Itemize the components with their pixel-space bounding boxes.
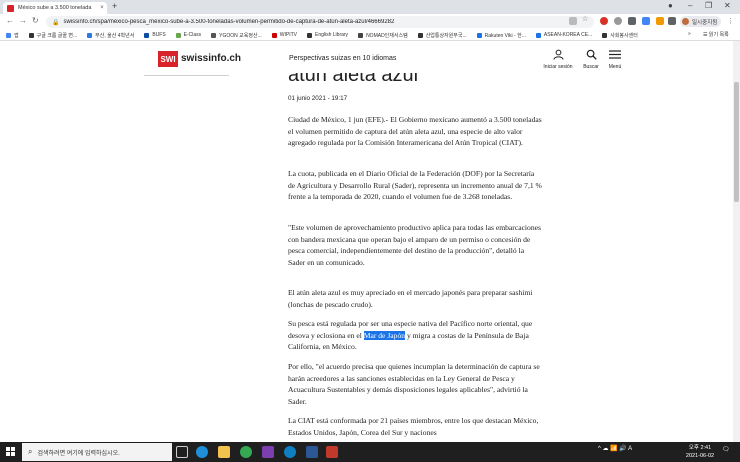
app-icon[interactable] [262, 446, 274, 458]
close-tab-icon[interactable]: × [97, 5, 107, 11]
app-icon[interactable] [306, 446, 318, 458]
article-paragraph: La CIAT está conformada por 21 países mi… [288, 416, 539, 437]
address-bar[interactable]: 🔒 swissinfo.ch/spa/méxico-pesca_méxico-s… [46, 16, 594, 28]
bookmark-item[interactable]: YGOON 교육정산... [211, 32, 262, 39]
bookmark-favicon-icon [358, 32, 364, 38]
bookmark-item[interactable]: E-Class [175, 32, 201, 38]
new-tab-button[interactable]: + [112, 1, 117, 11]
bookmark-favicon-icon [211, 32, 217, 38]
profile-label: 일시중지됨 [692, 19, 718, 26]
extension-icon[interactable] [628, 17, 636, 25]
site-logo-text[interactable]: swissinfo.ch [181, 53, 241, 64]
bookmark-item[interactable]: NOMAD인재서스템 [358, 32, 408, 39]
bookmark-favicon-icon [535, 32, 541, 38]
bookmark-favicon-icon [144, 32, 150, 38]
extension-icon[interactable] [642, 17, 650, 25]
windows-start-icon[interactable] [6, 447, 16, 457]
bookmark-favicon-icon [306, 32, 312, 38]
browser-toolbar: ← → ↻ 🔒 swissinfo.ch/spa/méxico-pesca_mé… [0, 14, 740, 30]
bookmark-item[interactable]: WIPITV [271, 32, 297, 38]
bookmark-favicon-icon [271, 32, 277, 38]
url-text: swissinfo.ch/spa/méxico-pesca_méxico-sub… [63, 19, 395, 25]
app-icon[interactable] [284, 446, 296, 458]
maximize-icon[interactable]: ❐ [705, 1, 712, 10]
bookmark-item[interactable]: BUFS [144, 32, 166, 38]
taskbar-search-placeholder: 검색하려면 여기에 입력하십시오. [37, 450, 120, 457]
reload-icon[interactable]: ↻ [32, 16, 39, 25]
windows-taskbar: ⌕ 검색하려면 여기에 입력하십시오. ^ ☁ 📶 🔊 A 오후 2:41 20… [0, 442, 740, 462]
system-tray[interactable]: ^ ☁ 📶 🔊 A [598, 445, 632, 452]
selected-text[interactable]: Mar de Japón [363, 330, 406, 340]
swissinfo-favicon-icon [7, 4, 14, 12]
task-view-icon[interactable] [176, 446, 188, 458]
bookmark-item[interactable]: 구글 크롬 글꼴 변... [28, 32, 77, 39]
bookmark-star-icon[interactable]: ☆ [582, 15, 590, 23]
chrome-icon[interactable] [240, 446, 252, 458]
article-paragraph: La cuota, publicada en el Diario Oficial… [288, 169, 542, 201]
bookmark-item[interactable]: 앱 [6, 32, 19, 39]
notification-icon[interactable]: 🗨 [722, 446, 730, 453]
bookmark-favicon-icon [87, 32, 93, 38]
avatar [682, 18, 689, 25]
browser-tab[interactable]: México sube a 3.500 tonelada × [3, 2, 107, 14]
bookmark-item[interactable]: 부산, 울산 4학년서 [87, 32, 134, 39]
app-icon[interactable] [326, 446, 338, 458]
taskbar-clock[interactable]: 오후 2:41 2021-06-02 [684, 444, 716, 460]
menu-button[interactable]: Menú [595, 49, 635, 70]
article-paragraph: Su pesca está regulada por ser una espec… [288, 318, 542, 353]
bookmark-favicon-icon [417, 32, 423, 38]
tab-title: México sube a 3.500 tonelada [18, 5, 92, 11]
forward-icon[interactable]: → [19, 16, 27, 25]
profile-button[interactable]: 일시중지됨 [680, 16, 722, 27]
clock-date: 2021-06-02 [685, 453, 715, 459]
extension-badge-icon[interactable] [600, 17, 608, 25]
taskbar-search-input[interactable]: ⌕ 검색하려면 여기에 입력하십시오. [22, 443, 172, 461]
translate-icon[interactable] [569, 17, 577, 25]
menu-icon [595, 49, 635, 64]
scrollbar-thumb[interactable] [734, 82, 739, 202]
swi-logo[interactable]: SWI [158, 51, 178, 67]
reading-list-label: 읽기 목록 [708, 32, 729, 38]
puzzle-icon[interactable] [668, 17, 676, 25]
bookmark-favicon-icon [476, 32, 482, 38]
bookmarks-overflow-button[interactable]: » [688, 31, 691, 37]
bookmark-item[interactable]: 산업통상자원부국... [417, 32, 467, 39]
bookmark-favicon-icon [175, 32, 181, 38]
bookmarks-bar: 앱 구글 크롬 글꼴 변... 부산, 울산 4학년서 BUFS E-Class… [0, 30, 740, 41]
file-explorer-icon[interactable] [218, 446, 230, 458]
account-circle-icon[interactable]: ● [668, 1, 673, 10]
apps-icon [6, 32, 11, 38]
extension-icon[interactable] [614, 17, 622, 25]
back-icon[interactable]: ← [6, 16, 14, 25]
header-divider [144, 75, 229, 76]
minimize-icon[interactable]: – [688, 1, 692, 10]
site-header: SWI swissinfo.ch Perspectivas suizas en … [0, 41, 733, 77]
bookmark-item[interactable]: English Library [306, 32, 348, 38]
edge-icon[interactable] [196, 446, 208, 458]
more-menu-icon[interactable]: ⋮ [727, 17, 734, 25]
reading-list-button[interactable]: ☰ 읽기 목록 [703, 31, 729, 38]
search-icon: ⌕ [28, 447, 33, 456]
article-paragraph: "Este volumen de aprovechamiento product… [288, 223, 541, 267]
site-tagline: Perspectivas suizas en 10 idiomas [289, 55, 397, 62]
lock-icon: 🔒 [52, 19, 60, 26]
menu-label: Menú [608, 64, 622, 70]
clock-time: 오후 2:41 [688, 445, 712, 451]
bookmark-favicon-icon [28, 32, 34, 38]
bookmark-item[interactable]: 사회봉사센터 [602, 32, 638, 39]
article-date: 01 junio 2021 - 19:17 [288, 95, 348, 102]
close-window-icon[interactable]: ✕ [724, 1, 731, 10]
bookmark-item[interactable]: Rakuten Viki - 한... [476, 32, 526, 39]
browser-tab-strip: México sube a 3.500 tonelada × + ● – ❐ ✕ [0, 0, 740, 14]
article-paragraph: El atún aleta azul es muy apreciado en e… [288, 288, 533, 309]
article-paragraph: Por ello, "el acuerdo precisa que quiene… [288, 362, 540, 406]
extension-icon[interactable] [656, 17, 664, 25]
bookmark-item[interactable]: ASEAN-KOREA CE... [535, 32, 592, 38]
bookmark-favicon-icon [602, 32, 608, 38]
article-paragraph: Ciudad de México, 1 jun (EFE).- El Gobie… [288, 115, 542, 147]
